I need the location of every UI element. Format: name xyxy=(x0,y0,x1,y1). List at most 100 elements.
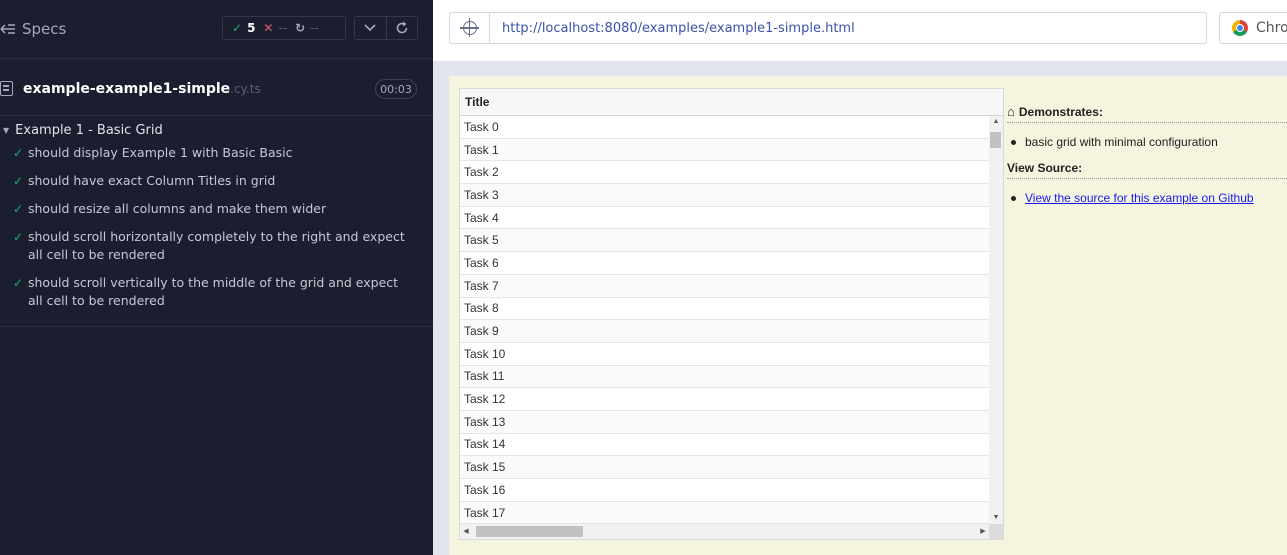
vertical-scroll-thumb[interactable] xyxy=(990,132,1001,148)
view-source-list: View the source for this example on Gith… xyxy=(1007,179,1287,217)
grid-cell: Task 5 xyxy=(464,233,499,248)
check-icon: ✓ xyxy=(13,276,24,290)
grid-row[interactable]: Task 3 xyxy=(460,184,989,207)
grid-row[interactable]: Task 11 xyxy=(460,365,989,389)
test-label: should display Example 1 with Basic Basi… xyxy=(28,145,293,160)
list-item: basic grid with minimal configuration xyxy=(1007,135,1287,149)
grid-row[interactable]: Task 2 xyxy=(460,161,989,185)
suite-title: Example 1 - Basic Grid xyxy=(15,122,163,138)
grid-cell: Task 11 xyxy=(464,369,505,384)
grid-cell: Task 0 xyxy=(464,119,499,134)
demonstrates-heading: ⌂ Demonstrates: xyxy=(1007,104,1287,123)
grid-row[interactable]: Task 8 xyxy=(460,297,989,321)
file-icon xyxy=(0,81,13,96)
grid-row[interactable]: Task 6 xyxy=(460,252,989,275)
check-icon: ✓ xyxy=(13,174,24,188)
test-item[interactable]: ✓ should scroll horizontally completely … xyxy=(0,228,433,264)
scroll-right-icon[interactable]: ▶ xyxy=(977,524,989,539)
home-icon[interactable]: ⌂ xyxy=(1007,104,1015,119)
grid-cell: Task 8 xyxy=(464,301,499,316)
grid-cell: Task 13 xyxy=(464,414,506,429)
bullet-icon xyxy=(1011,139,1016,145)
scrollbar-corner xyxy=(989,524,1003,539)
grid-row[interactable]: Task 10 xyxy=(460,342,989,366)
passed-count: 5 xyxy=(247,21,256,35)
grid-cell: Task 14 xyxy=(464,437,506,452)
spec-file-name[interactable]: example-example1-simple.cy.ts xyxy=(23,81,261,97)
grid-row[interactable]: Task 0 xyxy=(460,116,989,139)
grid-cell: Task 16 xyxy=(464,482,506,497)
grid-cell: Task 9 xyxy=(464,324,499,339)
test-label: should scroll vertically to the middle o… xyxy=(28,275,399,308)
test-item[interactable]: ✓ should resize all columns and make the… xyxy=(0,200,433,218)
url-field[interactable]: http://localhost:8080/examples/example1-… xyxy=(449,12,1207,44)
github-source-link[interactable]: View the source for this example on Gith… xyxy=(1025,191,1254,205)
specs-link[interactable]: Specs xyxy=(0,19,66,39)
failed-stat: ✕ -- xyxy=(263,21,287,35)
demonstrates-list: basic grid with minimal configuration xyxy=(1007,123,1287,161)
grid-row[interactable]: Task 5 xyxy=(460,229,989,253)
browser-label: Chro xyxy=(1256,20,1287,36)
chrome-icon xyxy=(1232,20,1248,36)
scroll-up-icon[interactable]: ▲ xyxy=(989,116,1003,128)
grid-cell: Task 15 xyxy=(464,460,506,475)
spec-ext-text: .cy.ts xyxy=(230,82,261,96)
check-icon: ✓ xyxy=(13,230,24,244)
suite-title-row[interactable]: ▼ Example 1 - Basic Grid xyxy=(0,116,433,144)
grid-row[interactable]: Task 12 xyxy=(460,388,989,411)
view-source-heading: View Source: xyxy=(1007,161,1287,179)
url-bar: http://localhost:8080/examples/example1-… xyxy=(433,0,1287,61)
test-stats: ✓ 5 ✕ -- ↻ -- xyxy=(222,16,346,40)
demonstrates-text: basic grid with minimal configuration xyxy=(1025,135,1218,149)
specs-icon xyxy=(0,24,15,34)
browser-selector[interactable]: Chro xyxy=(1219,12,1287,44)
grid-row[interactable]: Task 17 xyxy=(460,501,989,524)
data-grid: Title Task 0 Task 1 Task 2 Task 3 Task 4… xyxy=(459,88,1004,540)
test-item[interactable]: ✓ should display Example 1 with Basic Ba… xyxy=(0,144,433,162)
grid-row[interactable]: Task 16 xyxy=(460,479,989,502)
grid-cell: Task 17 xyxy=(464,505,506,520)
demonstrates-title: Demonstrates: xyxy=(1018,104,1103,119)
grid-body: Task 0 Task 1 Task 2 Task 3 Task 4 Task … xyxy=(460,116,989,524)
crosshair-icon xyxy=(459,18,479,37)
view-source-title: View Source: xyxy=(1007,161,1083,175)
column-header-title[interactable]: Title xyxy=(460,89,1003,116)
grid-cell: Task 10 xyxy=(464,346,506,361)
grid-row[interactable]: Task 13 xyxy=(460,410,989,434)
rerun-button[interactable] xyxy=(385,17,417,39)
grid-row[interactable]: Task 9 xyxy=(460,320,989,343)
horizontal-scrollbar[interactable]: ◀ ▶ xyxy=(460,524,989,539)
runner-controls xyxy=(354,16,418,40)
chevron-down-icon xyxy=(364,24,377,32)
vertical-scrollbar[interactable]: ▲ ▼ xyxy=(989,116,1003,524)
column-title-text: Title xyxy=(465,95,490,109)
test-item[interactable]: ✓ should have exact Column Titles in gri… xyxy=(0,172,433,190)
grid-row[interactable]: Task 1 xyxy=(460,138,989,162)
runner-header: Specs ✓ 5 ✕ -- ↻ -- xyxy=(0,0,433,58)
grid-row[interactable]: Task 4 xyxy=(460,206,989,230)
grid-row[interactable]: Task 14 xyxy=(460,433,989,457)
spec-file-header: example-example1-simple.cy.ts 00:03 xyxy=(0,58,433,116)
example-info: ⌂ Demonstrates: basic grid with minimal … xyxy=(1007,104,1287,217)
grid-cell: Task 6 xyxy=(464,255,499,270)
specs-label: Specs xyxy=(22,20,67,38)
test-suite: ▼ Example 1 - Basic Grid ✓ should displa… xyxy=(0,116,433,327)
reload-icon xyxy=(396,21,408,34)
pending-icon: ↻ xyxy=(295,21,306,35)
test-item[interactable]: ✓ should scroll vertically to the middle… xyxy=(0,274,433,310)
grid-cell: Task 7 xyxy=(464,278,499,293)
collapse-button[interactable] xyxy=(355,17,386,39)
selector-playground-button[interactable] xyxy=(450,13,490,43)
grid-row[interactable]: Task 15 xyxy=(460,456,989,479)
caret-down-icon: ▼ xyxy=(3,125,10,135)
grid-cell: Task 2 xyxy=(464,165,499,180)
url-text: http://localhost:8080/examples/example1-… xyxy=(502,20,855,36)
grid-row[interactable]: Task 7 xyxy=(460,274,989,298)
duration-badge: 00:03 xyxy=(375,79,417,99)
horizontal-scroll-thumb[interactable] xyxy=(476,526,583,537)
scroll-down-icon[interactable]: ▼ xyxy=(989,512,1003,524)
scroll-left-icon[interactable]: ◀ xyxy=(460,524,472,539)
bullet-icon xyxy=(1011,195,1016,201)
pending-count: -- xyxy=(310,21,319,35)
grid-cell: Task 3 xyxy=(464,187,499,202)
